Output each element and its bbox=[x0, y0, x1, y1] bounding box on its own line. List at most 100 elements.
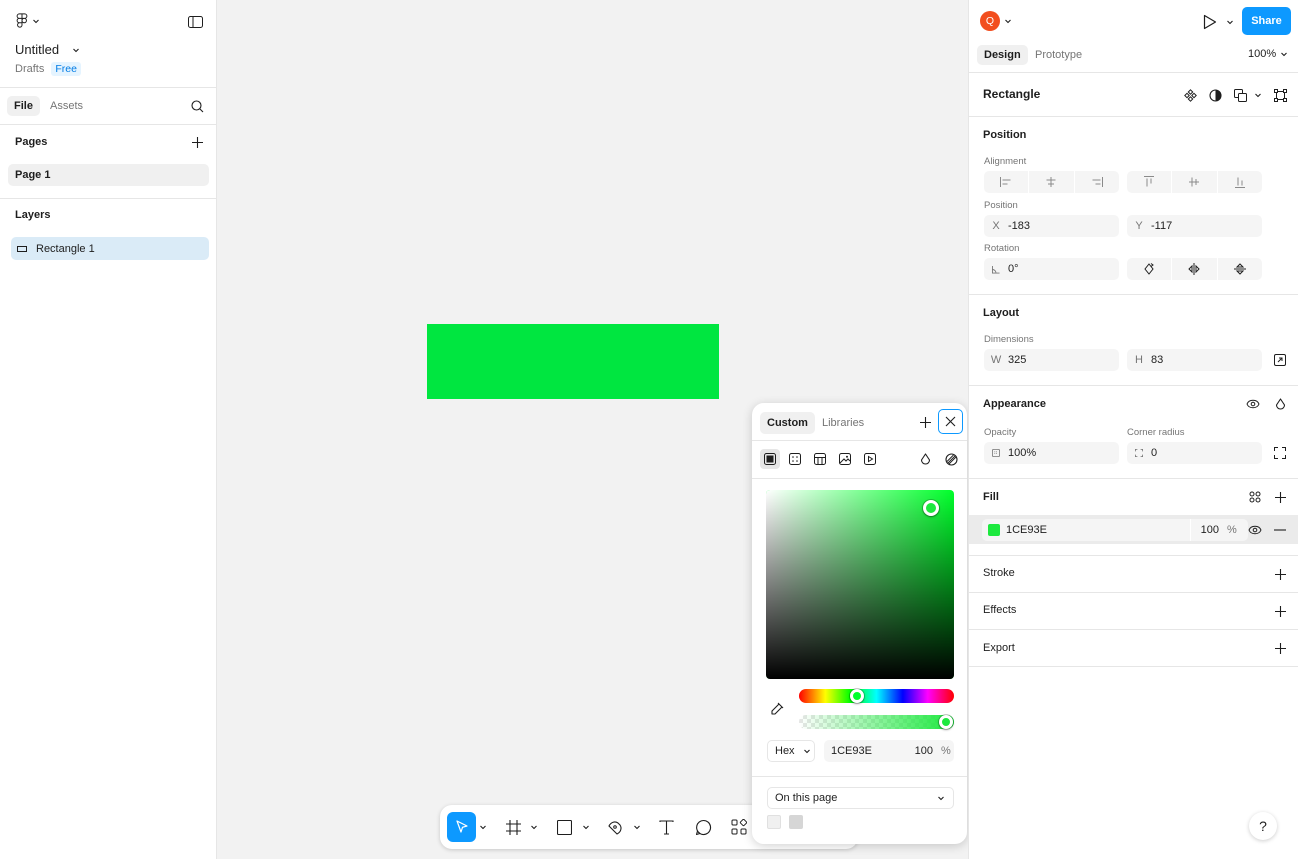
tab-design[interactable]: Design bbox=[977, 45, 1028, 65]
mask-button[interactable] bbox=[1207, 87, 1223, 103]
x-input[interactable]: X -183 bbox=[984, 215, 1119, 237]
boolean-chevron-icon[interactable] bbox=[1254, 91, 1262, 99]
height-input[interactable]: H 83 bbox=[1127, 349, 1262, 371]
constrain-proportions-button[interactable] bbox=[1272, 352, 1288, 368]
corner-radius-input[interactable]: 0 bbox=[1127, 442, 1262, 464]
swatch[interactable] bbox=[789, 815, 803, 829]
help-button[interactable]: ? bbox=[1249, 812, 1277, 840]
solid-fill-button[interactable] bbox=[760, 449, 780, 469]
y-value[interactable]: -117 bbox=[1151, 220, 1172, 232]
layer-item[interactable]: Rectangle 1 bbox=[11, 237, 209, 260]
rotation-value[interactable]: 0° bbox=[1008, 263, 1019, 275]
visibility-slash-button[interactable] bbox=[941, 449, 961, 469]
remove-fill-button[interactable] bbox=[1272, 522, 1288, 538]
canvas-rectangle[interactable] bbox=[427, 324, 719, 399]
share-button[interactable]: Share bbox=[1242, 7, 1291, 35]
pattern-fill-button[interactable] bbox=[810, 449, 830, 469]
rotation-input[interactable]: 0° bbox=[984, 258, 1119, 280]
page-item[interactable]: Page 1 bbox=[8, 164, 209, 186]
present-options-chevron-icon[interactable] bbox=[1226, 18, 1234, 26]
text-tool[interactable] bbox=[652, 812, 680, 842]
hex-value[interactable]: 1CE93E bbox=[831, 745, 899, 757]
pen-tool-chevron-icon[interactable] bbox=[633, 823, 641, 831]
styles-button[interactable] bbox=[1247, 489, 1263, 505]
plus-icon bbox=[1274, 568, 1286, 580]
toggle-sidebar-button[interactable] bbox=[186, 13, 204, 31]
close-button[interactable] bbox=[938, 409, 963, 434]
eyedropper-button[interactable] bbox=[768, 700, 786, 718]
alpha-slider[interactable] bbox=[799, 715, 954, 729]
alpha-handle[interactable] bbox=[939, 715, 953, 729]
opacity-value[interactable]: 100% bbox=[1008, 447, 1036, 459]
frame-tool[interactable] bbox=[499, 812, 527, 842]
flip-horizontal-button[interactable] bbox=[1172, 258, 1218, 280]
flip-vertical-button[interactable] bbox=[1218, 258, 1262, 280]
tab-custom[interactable]: Custom bbox=[760, 412, 815, 434]
opacity-input[interactable]: 100% bbox=[984, 442, 1119, 464]
user-menu[interactable]: Q bbox=[980, 11, 1012, 31]
boolean-button[interactable] bbox=[1232, 87, 1248, 103]
align-right-button[interactable] bbox=[1075, 171, 1119, 193]
fill-color-input[interactable]: 1CE93E 100 % bbox=[982, 519, 1248, 541]
y-input[interactable]: Y -117 bbox=[1127, 215, 1262, 237]
comment-tool[interactable] bbox=[689, 812, 717, 842]
add-fill-button[interactable] bbox=[1272, 489, 1288, 505]
actions-tool[interactable] bbox=[725, 812, 753, 842]
tab-file[interactable]: File bbox=[7, 96, 40, 116]
rectangle-tool[interactable] bbox=[550, 812, 578, 842]
swatch[interactable] bbox=[767, 815, 781, 829]
color-model-select[interactable]: Hex bbox=[767, 740, 815, 762]
file-name[interactable]: Untitled bbox=[15, 42, 80, 57]
gradient-fill-button[interactable] bbox=[785, 449, 805, 469]
location-label[interactable]: Drafts bbox=[15, 63, 44, 75]
hue-slider[interactable] bbox=[799, 689, 954, 703]
tab-libraries[interactable]: Libraries bbox=[815, 412, 871, 434]
pen-tool[interactable] bbox=[601, 812, 629, 842]
image-fill-button[interactable] bbox=[835, 449, 855, 469]
align-middle-button[interactable] bbox=[1172, 171, 1218, 193]
independent-corners-button[interactable] bbox=[1272, 445, 1288, 461]
saturation-handle[interactable] bbox=[923, 500, 939, 516]
rotate-90-button[interactable] bbox=[1127, 258, 1173, 280]
fill-opacity-value[interactable]: 100 bbox=[1191, 524, 1219, 536]
align-top-button[interactable] bbox=[1127, 171, 1173, 193]
w-value[interactable]: 325 bbox=[1008, 354, 1026, 366]
fill-hex-value[interactable]: 1CE93E bbox=[1006, 524, 1190, 536]
add-page-button[interactable] bbox=[190, 135, 204, 149]
toggle-visibility-button[interactable] bbox=[1245, 396, 1261, 412]
add-stroke-button[interactable] bbox=[1272, 566, 1288, 582]
frame-selection-button[interactable] bbox=[1272, 87, 1288, 103]
hex-input[interactable]: 1CE93E 100 % bbox=[824, 740, 954, 762]
fill-visibility-button[interactable] bbox=[1247, 522, 1263, 538]
plan-badge[interactable]: Free bbox=[51, 62, 81, 76]
blend-mode-button[interactable] bbox=[915, 449, 935, 469]
align-bottom-button[interactable] bbox=[1218, 171, 1262, 193]
corner-radius-value[interactable]: 0 bbox=[1151, 447, 1157, 459]
blend-mode-button[interactable] bbox=[1272, 396, 1288, 412]
align-left-button[interactable] bbox=[984, 171, 1030, 193]
search-button[interactable] bbox=[189, 98, 205, 114]
add-effect-button[interactable] bbox=[1272, 603, 1288, 619]
shape-tool-chevron-icon[interactable] bbox=[582, 823, 590, 831]
move-tool-chevron-icon[interactable] bbox=[479, 823, 487, 831]
fill-swatch[interactable] bbox=[988, 524, 1000, 536]
add-style-button[interactable] bbox=[917, 414, 933, 430]
hue-handle[interactable] bbox=[849, 689, 864, 703]
swatch-source-select[interactable]: On this page bbox=[767, 787, 954, 809]
add-export-button[interactable] bbox=[1272, 640, 1288, 656]
saturation-value-area[interactable] bbox=[766, 490, 954, 679]
create-component-button[interactable] bbox=[1182, 87, 1198, 103]
align-center-button[interactable] bbox=[1029, 171, 1075, 193]
x-value[interactable]: -183 bbox=[1008, 220, 1030, 232]
main-menu-button[interactable] bbox=[14, 13, 42, 29]
zoom-menu[interactable]: 100% bbox=[1248, 48, 1288, 60]
frame-tool-chevron-icon[interactable] bbox=[530, 823, 538, 831]
tab-prototype[interactable]: Prototype bbox=[1028, 45, 1089, 65]
move-tool[interactable] bbox=[447, 812, 476, 842]
video-fill-button[interactable] bbox=[860, 449, 880, 469]
h-value[interactable]: 83 bbox=[1151, 354, 1163, 366]
present-button[interactable] bbox=[1201, 13, 1219, 31]
alpha-value[interactable]: 100 bbox=[899, 745, 933, 757]
width-input[interactable]: W 325 bbox=[984, 349, 1119, 371]
tab-assets[interactable]: Assets bbox=[43, 96, 90, 116]
